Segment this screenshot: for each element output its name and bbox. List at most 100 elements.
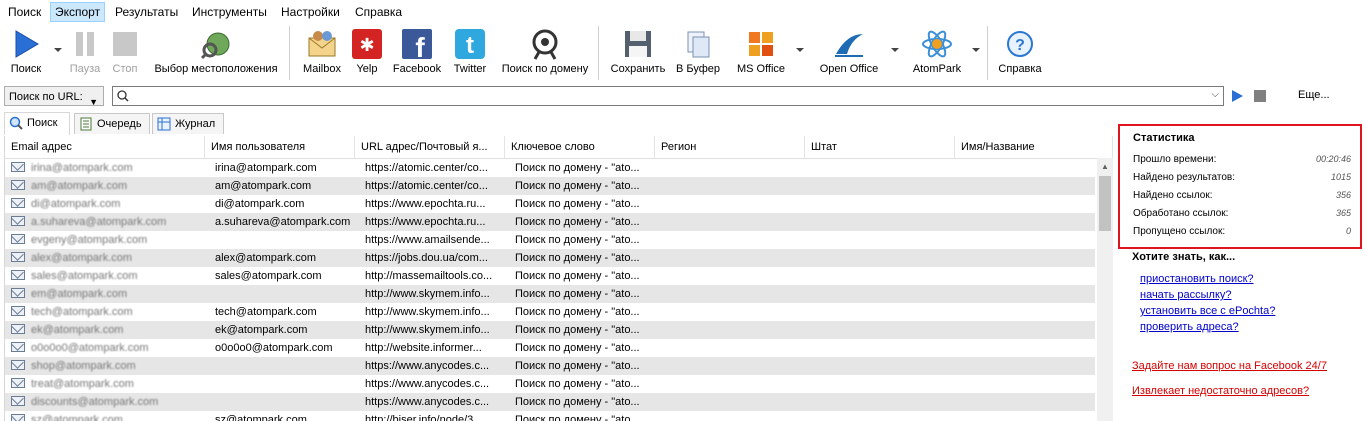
stop-icon[interactable]	[1253, 89, 1267, 103]
tab-log[interactable]: Журнал	[152, 113, 224, 134]
stat-value: 00:20:46	[1315, 154, 1351, 164]
link-start-mailing[interactable]: начать рассылку?	[1140, 289, 1232, 301]
cell-keyword: Поиск по домену - "ato...	[515, 252, 640, 264]
table-row[interactable]: irina@atompark.com irina@atompark.com http…	[5, 159, 1095, 177]
menu-search[interactable]: Поиск	[4, 3, 45, 21]
table-row[interactable]: a.suhareva@atompark.com a.suhareva@atompa…	[5, 213, 1095, 231]
stop-button[interactable]: Стоп	[108, 28, 142, 75]
table-row[interactable]: sales@atompark.com sales@atompark.com http…	[5, 267, 1095, 285]
twitter-button[interactable]: t Twitter	[450, 28, 490, 75]
domain-search-button[interactable]: Поиск по домену	[497, 28, 593, 75]
ms-office-button[interactable]: MS Office	[731, 28, 791, 75]
envelope-icon	[11, 396, 25, 406]
search-dropdown-arrow[interactable]	[54, 48, 62, 52]
menu-export[interactable]: Экспорт	[50, 2, 106, 22]
column-header-email[interactable]: Email адрес	[5, 136, 205, 158]
ms-office-dropdown-arrow[interactable]	[796, 48, 804, 52]
scroll-thumb[interactable]	[1099, 176, 1111, 231]
link-install-epochta[interactable]: установить все с ePochta?	[1140, 305, 1275, 317]
search-button[interactable]: Поиск	[6, 28, 46, 75]
table-row[interactable]: shop@atompark.com https://www.anycodes.c.…	[5, 357, 1095, 375]
tab-search[interactable]: Поиск	[4, 112, 70, 135]
menu-results[interactable]: Результаты	[111, 3, 182, 21]
envelope-icon	[11, 342, 25, 352]
tab-queue[interactable]: Очередь	[74, 113, 150, 134]
column-header-url[interactable]: URL адрес/Почтовый я...	[355, 136, 505, 158]
pause-icon	[69, 28, 101, 60]
cell-url: https://atomic.center/co...	[365, 162, 488, 174]
link-not-enough-addresses[interactable]: Извлекает недостаточно адресов?	[1132, 385, 1309, 397]
table-row[interactable]: sz@atompark.com sz@atompark.com http://bis…	[5, 411, 1095, 421]
facebook-icon: f	[401, 28, 433, 63]
help-button[interactable]: ? Справка	[995, 28, 1045, 75]
table-row[interactable]: discounts@atompark.com https://www.anycod…	[5, 393, 1095, 411]
grid-header: Email адрес Имя пользователя URL адрес/П…	[5, 136, 1113, 159]
cell-email: shop@atompark.com	[31, 360, 136, 372]
save-button[interactable]: Сохранить	[607, 28, 669, 75]
envelope-icon	[11, 216, 25, 226]
column-header-name[interactable]: Имя/Название	[955, 136, 1113, 158]
cell-user: am@atompark.com	[215, 180, 312, 192]
envelope-icon	[11, 252, 25, 262]
mailbox-button[interactable]: Mailbox	[298, 28, 346, 75]
envelope-icon	[11, 234, 25, 244]
pause-button[interactable]: Пауза	[68, 28, 102, 75]
facebook-button[interactable]: f Facebook	[390, 28, 444, 75]
clipboard-button[interactable]: В Буфер	[675, 28, 721, 75]
link-facebook-question[interactable]: Задайте нам вопрос на Facebook 24/7	[1132, 360, 1327, 372]
cell-url: http://biser.info/node/3...	[365, 414, 483, 421]
cell-keyword: Поиск по домену - "ato...	[515, 360, 640, 372]
atompark-button-label: AtomPark	[912, 63, 962, 75]
column-header-user[interactable]: Имя пользователя	[205, 136, 355, 158]
url-mode-select[interactable]: Поиск по URL: ▼	[4, 86, 104, 107]
statistics-title: Статистика	[1133, 132, 1195, 144]
table-row[interactable]: evgeny@atompark.com https://www.amailsend…	[5, 231, 1095, 249]
chevron-down-icon[interactable]: ⌵	[1211, 89, 1219, 100]
menu-help[interactable]: Справка	[351, 3, 406, 21]
svg-text:✱: ✱	[359, 35, 374, 56]
toolbar: Поиск Пауза Стоп Выбор местоположения Ma…	[0, 22, 1365, 84]
globe-icon	[200, 28, 232, 60]
search-button-label: Поиск	[10, 63, 42, 75]
table-row[interactable]: em@atompark.com http://www.skymem.info...…	[5, 285, 1095, 303]
column-header-region[interactable]: Регион	[655, 136, 805, 158]
table-row[interactable]: o0o0o0@atompark.com o0o0o0@atompark.com ht…	[5, 339, 1095, 357]
search-icon	[9, 116, 23, 130]
mailbox-icon	[306, 28, 338, 60]
url-input-box[interactable]: ⌵	[112, 86, 1224, 106]
twitter-button-label: Twitter	[453, 63, 487, 75]
yelp-button[interactable]: ✱ Yelp	[350, 28, 384, 75]
envelope-icon	[11, 270, 25, 280]
table-row[interactable]: tech@atompark.com tech@atompark.com http:/…	[5, 303, 1095, 321]
table-row[interactable]: di@atompark.com di@atompark.com https://ww…	[5, 195, 1095, 213]
cell-user	[215, 357, 355, 375]
url-input[interactable]	[131, 89, 1195, 105]
column-header-state[interactable]: Штат	[805, 136, 955, 158]
vertical-scrollbar[interactable]: ▲	[1097, 158, 1113, 421]
column-header-keyword[interactable]: Ключевое слово	[505, 136, 655, 158]
target-icon	[529, 28, 561, 60]
link-verify-addresses[interactable]: проверить адреса?	[1140, 321, 1239, 333]
link-pause-search[interactable]: приостановить поиск?	[1140, 273, 1254, 285]
stat-value: 1015	[1330, 172, 1351, 182]
open-office-button[interactable]: Open Office	[812, 28, 886, 75]
table-row[interactable]: alex@atompark.com alex@atompark.com https:…	[5, 249, 1095, 267]
cell-user: alex@atompark.com	[215, 252, 317, 264]
queue-icon	[80, 117, 92, 131]
cell-keyword: Поиск по домену - "ato...	[515, 342, 640, 354]
table-row[interactable]: am@atompark.com am@atompark.com https://at…	[5, 177, 1095, 195]
start-icon[interactable]	[1230, 89, 1244, 103]
table-row[interactable]: treat@atompark.com https://www.anycodes.c…	[5, 375, 1095, 393]
menu-settings[interactable]: Настройки	[277, 3, 344, 21]
more-button[interactable]: Еще...	[1298, 89, 1330, 101]
atompark-button[interactable]: AtomPark	[906, 28, 968, 75]
table-row[interactable]: ek@atompark.com ek@atompark.com http://www…	[5, 321, 1095, 339]
menu-tools[interactable]: Инструменты	[188, 3, 271, 21]
statistics-panel: Статистика Прошло времени: 00:20:46 Найд…	[1118, 124, 1362, 249]
location-button[interactable]: Выбор местоположения	[148, 28, 284, 75]
yelp-button-label: Yelp	[356, 63, 378, 75]
play-icon	[10, 28, 42, 60]
open-office-dropdown-arrow[interactable]	[891, 48, 899, 52]
scroll-up-icon[interactable]: ▲	[1101, 162, 1109, 171]
atompark-dropdown-arrow[interactable]	[972, 48, 980, 52]
